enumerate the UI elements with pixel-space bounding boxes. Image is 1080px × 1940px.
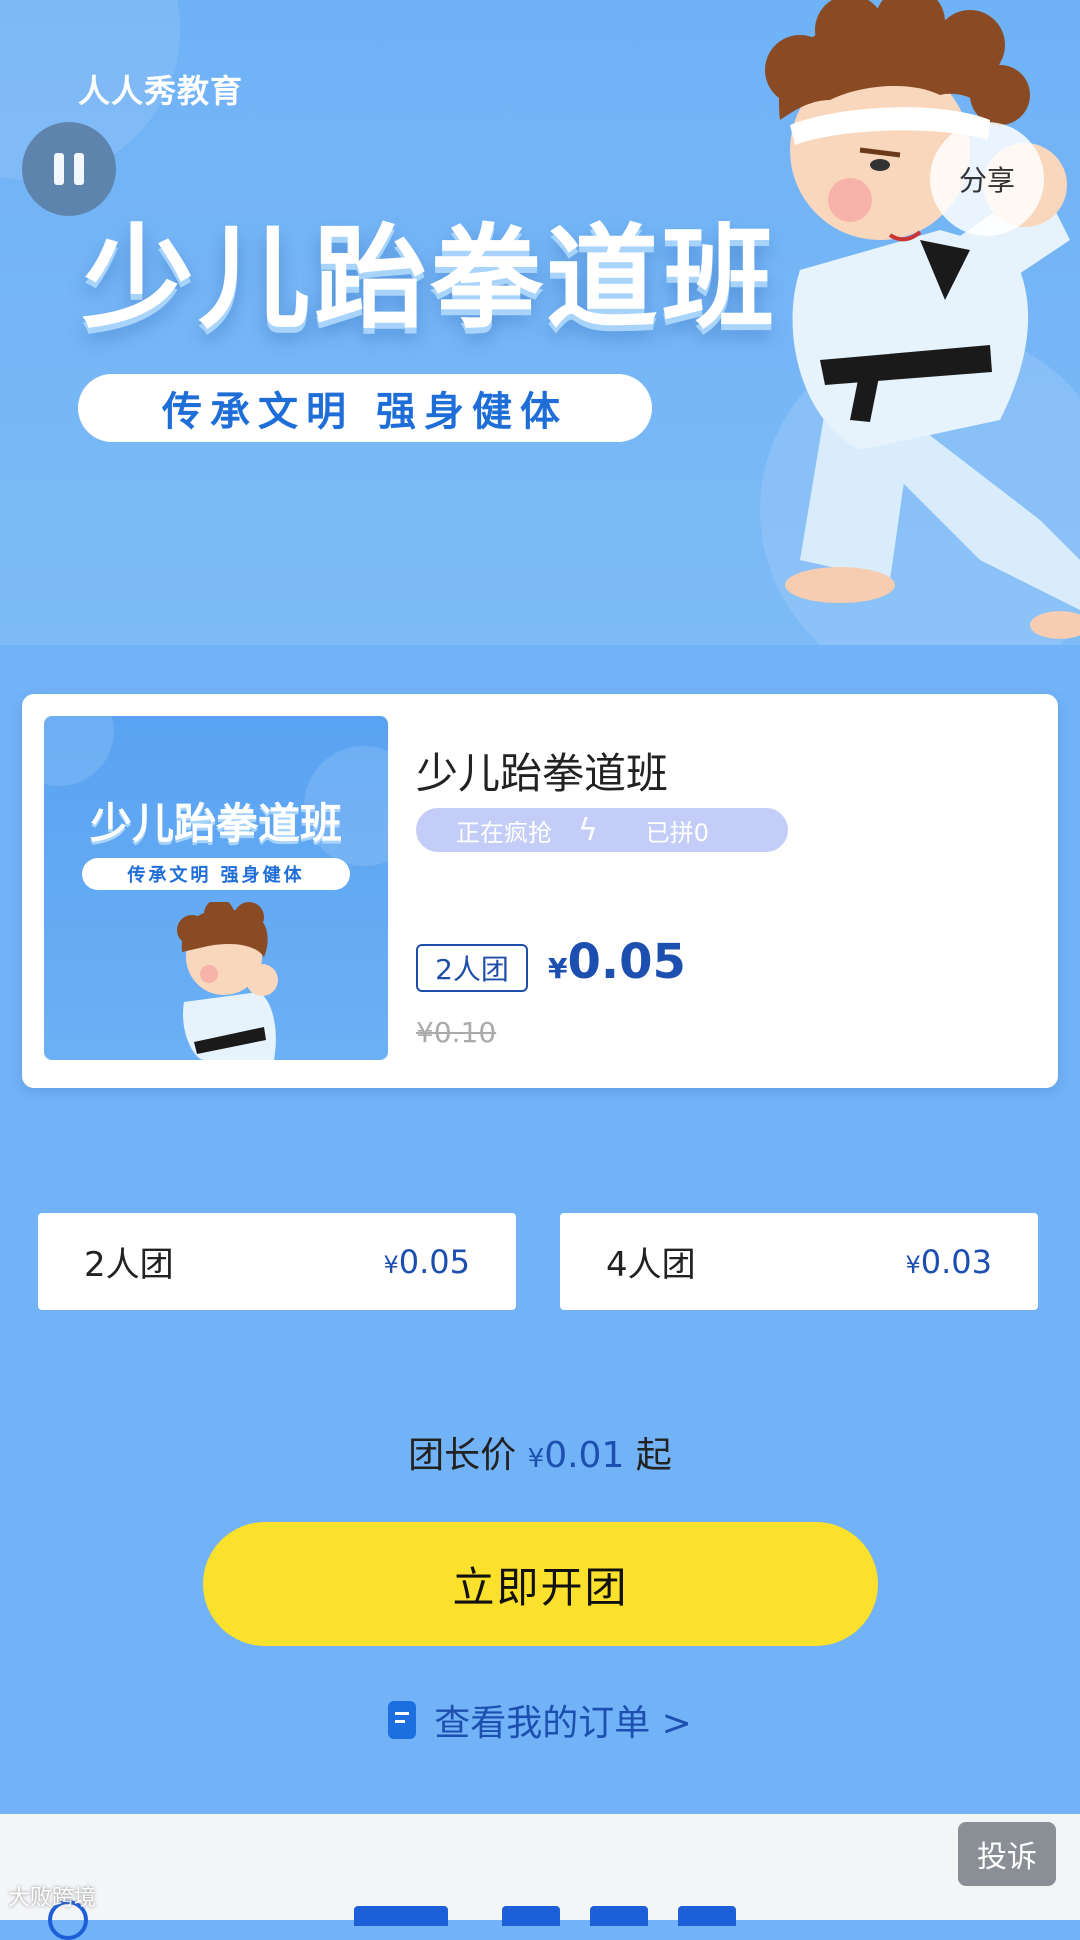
currency-symbol: ¥: [548, 952, 568, 985]
hot-sale-label: 正在疯抢: [456, 818, 552, 847]
leader-price: ¥0.01: [528, 1435, 625, 1476]
original-price: ¥0.10: [416, 1016, 497, 1049]
option-label: 2人团: [84, 1245, 174, 1285]
banner-title: 少儿跆拳道班: [82, 214, 778, 344]
document-icon: [388, 1701, 417, 1739]
option-price-value: 0.05: [398, 1242, 470, 1281]
currency-symbol: ¥: [527, 1444, 545, 1474]
view-orders-label: 查看我的订单 >: [434, 1703, 692, 1744]
view-orders-link[interactable]: 查看我的订单 >: [0, 1694, 1080, 1746]
price-value: 0.05: [567, 934, 686, 990]
product-thumbnail: 少儿跆拳道班 传承文明 强身健体: [44, 716, 388, 1060]
leader-price-prefix: 团长价: [408, 1435, 517, 1476]
option-label: 4人团: [606, 1245, 696, 1285]
nav-block[interactable]: [590, 1906, 648, 1926]
currency-symbol: ¥: [905, 1250, 921, 1279]
taekwondo-kid-illustration: [765, 0, 1080, 639]
brand-name: 人人秀教育: [78, 72, 244, 110]
hot-sale-tag: 正在疯抢 ϟ 已拼0: [416, 808, 788, 852]
share-button[interactable]: 分享: [930, 122, 1044, 236]
leader-price-value: 0.01: [544, 1435, 625, 1476]
thumbnail-title: 少儿跆拳道班: [89, 799, 342, 848]
option-price-value: 0.03: [920, 1242, 992, 1281]
group-size-badge: 2人团: [416, 944, 528, 992]
product-title: 少儿跆拳道班: [416, 749, 669, 798]
lightning-icon: ϟ: [578, 812, 598, 848]
thumbnail-kid-illustration: [177, 902, 278, 1060]
complain-button[interactable]: 投诉: [958, 1822, 1056, 1886]
product-card: 少儿跆拳道班 传承文明 强身健体 少儿跆拳道班 正在疯抢 ϟ 已拼0 2人团 ¥…: [22, 694, 1058, 1088]
group-option-4[interactable]: 4人团 ¥0.03: [560, 1213, 1038, 1310]
pause-icon: [54, 153, 64, 185]
group-option-2[interactable]: 2人团 ¥0.05: [38, 1213, 516, 1310]
banner-slogan: 传承文明 强身健体: [78, 374, 652, 442]
option-price: ¥0.05: [383, 1243, 470, 1281]
option-price: ¥0.03: [905, 1243, 992, 1281]
start-group-button[interactable]: 立即开团: [203, 1522, 878, 1646]
decor-bubble: [44, 716, 114, 786]
currency-symbol: ¥: [383, 1250, 399, 1279]
pause-icon: [74, 153, 84, 185]
leader-price-line: 团长价 ¥0.01 起: [0, 1426, 1080, 1478]
hero-banner: 人人秀教育 少儿跆拳道班 传承文明 强身健体 分享: [0, 0, 1080, 645]
joined-count: 已拼0: [645, 818, 710, 847]
thumbnail-slogan: 传承文明 强身健体: [82, 858, 350, 890]
bottom-section: [0, 1814, 1080, 1920]
nav-block[interactable]: [678, 1906, 736, 1926]
leader-price-suffix: 起: [635, 1435, 672, 1476]
nav-block[interactable]: [354, 1906, 448, 1926]
current-price: ¥0.05: [548, 934, 686, 990]
watermark: 大败跨境: [8, 1886, 97, 1911]
nav-block[interactable]: [502, 1906, 560, 1926]
